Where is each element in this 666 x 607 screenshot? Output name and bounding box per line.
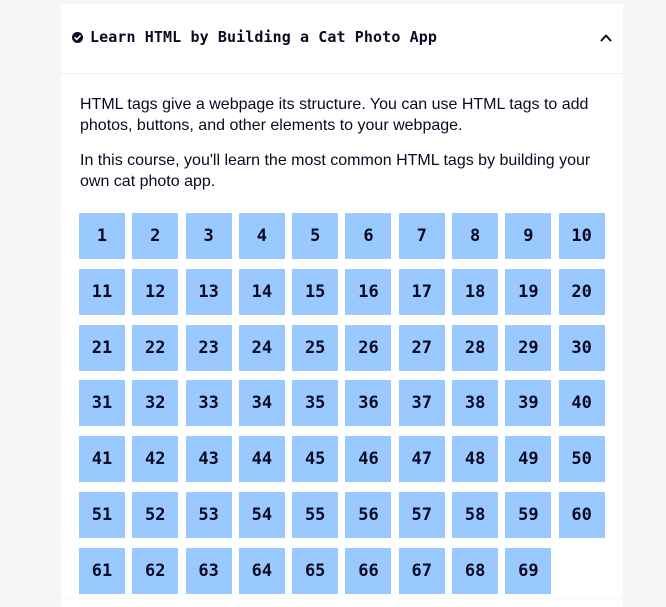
step-button[interactable]: 45 xyxy=(292,436,339,483)
course-title: Learn HTML by Building a Cat Photo App xyxy=(90,28,437,46)
step-button[interactable]: 52 xyxy=(132,491,179,538)
step-button[interactable]: 2 xyxy=(132,213,179,259)
course-header[interactable]: Learn HTML by Building a Cat Photo App xyxy=(61,4,623,74)
step-button[interactable]: 64 xyxy=(238,547,285,594)
step-button[interactable]: 18 xyxy=(452,268,499,315)
step-button[interactable]: 20 xyxy=(558,268,605,315)
step-button[interactable]: 5 xyxy=(292,213,339,259)
step-button[interactable]: 63 xyxy=(185,547,232,594)
step-button[interactable]: 41 xyxy=(79,436,125,483)
course-description: In this course, you'll learn the most co… xyxy=(80,152,591,190)
step-button[interactable]: 38 xyxy=(452,380,499,427)
step-button[interactable]: 46 xyxy=(345,436,392,483)
step-button[interactable]: 67 xyxy=(398,547,445,594)
step-button[interactable]: 47 xyxy=(398,436,445,483)
step-button[interactable]: 51 xyxy=(79,491,125,538)
step-button[interactable]: 17 xyxy=(398,268,445,315)
step-button[interactable]: 9 xyxy=(505,213,552,259)
step-button[interactable]: 65 xyxy=(292,547,339,594)
step-button[interactable]: 49 xyxy=(505,436,552,483)
step-button[interactable]: 66 xyxy=(345,547,392,594)
step-button[interactable]: 29 xyxy=(505,324,552,371)
step-button[interactable]: 30 xyxy=(558,324,605,371)
step-button[interactable]: 43 xyxy=(185,436,232,483)
step-grid: 1 2 3 4 5 6 7 8 9 10 11 12 13 14 15 16 17 18 19 20 21 22 23 24 2… xyxy=(79,213,609,594)
step-button[interactable]: 59 xyxy=(505,491,552,538)
step-button[interactable]: 8 xyxy=(452,213,499,259)
check-circle-icon xyxy=(72,32,83,43)
step-button[interactable]: 44 xyxy=(238,436,285,483)
step-button[interactable]: 32 xyxy=(132,380,179,427)
course-card: Learn HTML by Building a Cat Photo App H… xyxy=(61,4,623,598)
step-button[interactable]: 53 xyxy=(185,491,232,538)
step-button[interactable]: 40 xyxy=(558,380,605,427)
step-button[interactable]: 28 xyxy=(452,324,499,371)
step-button[interactable]: 27 xyxy=(398,324,445,371)
step-button[interactable]: 33 xyxy=(185,380,232,427)
step-button[interactable]: 62 xyxy=(132,547,179,594)
step-button[interactable]: 34 xyxy=(238,380,285,427)
step-button[interactable]: 19 xyxy=(505,268,552,315)
step-button[interactable]: 48 xyxy=(452,436,499,483)
step-button[interactable]: 3 xyxy=(185,213,232,259)
step-button[interactable]: 22 xyxy=(132,324,179,371)
step-button[interactable]: 24 xyxy=(238,324,285,371)
step-button[interactable]: 4 xyxy=(238,213,285,259)
chevron-up-icon[interactable] xyxy=(600,33,612,42)
step-button[interactable]: 16 xyxy=(345,268,392,315)
course-description: HTML tags give a webpage its structure. … xyxy=(80,96,589,134)
step-button[interactable]: 55 xyxy=(292,491,339,538)
step-button[interactable]: 57 xyxy=(398,491,445,538)
step-button[interactable]: 69 xyxy=(505,547,552,594)
step-button[interactable]: 36 xyxy=(345,380,392,427)
step-button[interactable]: 68 xyxy=(452,547,499,594)
step-button[interactable]: 37 xyxy=(398,380,445,427)
step-button[interactable]: 61 xyxy=(79,547,125,594)
step-button[interactable]: 13 xyxy=(185,268,232,315)
next-card-edge xyxy=(61,599,623,607)
step-button[interactable]: 21 xyxy=(79,324,125,371)
step-button[interactable]: 25 xyxy=(292,324,339,371)
step-button[interactable]: 10 xyxy=(558,213,605,259)
step-button[interactable]: 31 xyxy=(79,380,125,427)
step-button[interactable]: 35 xyxy=(292,380,339,427)
step-button[interactable]: 1 xyxy=(79,213,125,259)
step-button[interactable]: 12 xyxy=(132,268,179,315)
step-button[interactable]: 56 xyxy=(345,491,392,538)
step-button[interactable]: 26 xyxy=(345,324,392,371)
step-button[interactable]: 42 xyxy=(132,436,179,483)
step-button[interactable]: 60 xyxy=(558,491,605,538)
step-button[interactable]: 58 xyxy=(452,491,499,538)
step-button[interactable]: 15 xyxy=(292,268,339,315)
step-button[interactable]: 54 xyxy=(238,491,285,538)
step-button[interactable]: 14 xyxy=(238,268,285,315)
step-button[interactable]: 39 xyxy=(505,380,552,427)
step-button[interactable]: 6 xyxy=(345,213,392,259)
step-button[interactable]: 23 xyxy=(185,324,232,371)
step-button[interactable]: 7 xyxy=(398,213,445,259)
step-button[interactable]: 11 xyxy=(79,268,125,315)
step-button[interactable]: 50 xyxy=(558,436,605,483)
